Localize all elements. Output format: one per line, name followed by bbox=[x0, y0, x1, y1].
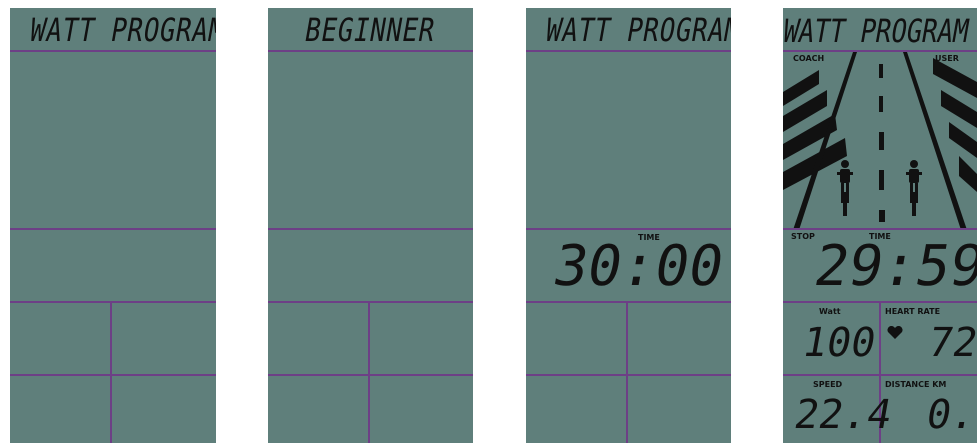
program-title: WATT PROGRAM bbox=[27, 11, 216, 49]
lcd-screen-watt-program-time: WATT PROGRAM TIME 30:00 bbox=[526, 8, 731, 443]
divider bbox=[10, 301, 216, 303]
coach-label: COACH bbox=[793, 54, 825, 63]
divider bbox=[10, 228, 216, 230]
divider bbox=[783, 374, 977, 376]
divider bbox=[268, 301, 473, 303]
time-readout: 30:00 bbox=[548, 234, 729, 299]
divider bbox=[110, 301, 112, 443]
speed-readout: 22.4 bbox=[790, 392, 896, 438]
lcd-screen-watt-program-blank: WATT PROGRAM bbox=[10, 8, 216, 443]
divider bbox=[526, 374, 731, 376]
lcd-screen-workout-running: WATT PROGRAM COACH USER STOP TIME 29:59 … bbox=[783, 8, 977, 443]
divider bbox=[10, 374, 216, 376]
program-title: WATT PROGRAM bbox=[542, 11, 731, 49]
watt-readout: 100 bbox=[798, 320, 880, 366]
divider bbox=[526, 228, 731, 230]
heart-rate-readout: 72 bbox=[924, 320, 977, 366]
time-readout: 29:59 bbox=[809, 234, 977, 299]
lcd-screen-beginner: BEGINNER bbox=[268, 8, 473, 443]
divider bbox=[526, 301, 731, 303]
divider bbox=[526, 50, 731, 52]
stop-label: STOP bbox=[791, 232, 815, 241]
watt-label: Watt bbox=[819, 307, 841, 316]
distance-label: DISTANCE KM bbox=[885, 380, 947, 389]
program-title: BEGINNER bbox=[302, 11, 439, 49]
heart-rate-label: HEART RATE bbox=[885, 307, 941, 316]
user-label: USER bbox=[935, 54, 959, 63]
program-title: WATT PROGRAM bbox=[783, 12, 972, 50]
divider bbox=[368, 301, 370, 443]
divider bbox=[10, 50, 216, 52]
distance-readout: 0.1 bbox=[922, 392, 977, 438]
divider bbox=[268, 50, 473, 52]
divider bbox=[783, 228, 977, 230]
divider bbox=[268, 374, 473, 376]
speed-label: SPEED bbox=[813, 380, 843, 389]
road-scene-graphic bbox=[783, 52, 977, 230]
divider bbox=[626, 301, 628, 443]
divider bbox=[268, 228, 473, 230]
heart-icon bbox=[887, 326, 903, 339]
